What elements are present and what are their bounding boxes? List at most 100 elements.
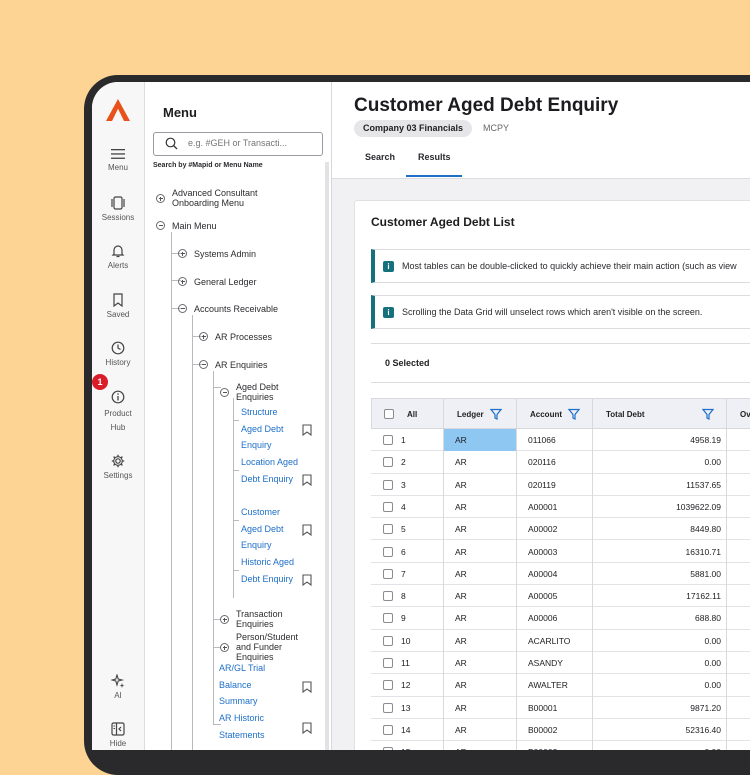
expand-icon[interactable] [220,643,229,652]
collapse-icon[interactable] [220,388,229,397]
menu-scrollbar-thumb[interactable] [325,162,329,750]
row-checkbox[interactable] [383,591,393,602]
collapse-icon[interactable] [156,221,165,230]
row-number-cell: 2 [401,457,406,468]
account-cell: A00002 [528,524,558,535]
tree-line [233,420,239,421]
menu-link-historic-aged-debt[interactable]: Historic Aged Debt Enquiry [241,554,299,587]
rail-ai[interactable]: AI [92,674,144,701]
col-header-account[interactable]: Account [530,410,562,419]
tree-node-main-menu[interactable]: Main Menu [172,221,217,231]
tree-node-ar-processes[interactable]: AR Processes [215,332,272,342]
tree-node-person-student-funder[interactable]: Person/Student and Funder Enquiries [236,632,308,662]
row-checkbox[interactable] [383,702,393,713]
menu-link-customer-aged-debt[interactable]: Customer Aged Debt Enquiry [241,504,299,554]
table-row[interactable]: 9 AR A00006 688.80 [371,607,750,630]
rail-ai-label: AI [114,691,122,700]
rail-alerts-label: Alerts [107,261,129,270]
filter-icon[interactable] [568,408,580,420]
bookmark-icon[interactable] [302,473,312,491]
bookmark-icon[interactable] [302,523,312,541]
rail-hide-label: Hide [109,739,127,748]
rail-product-hub[interactable]: Product Hub [92,390,144,435]
filter-icon[interactable] [702,408,714,420]
rail-menu[interactable]: Menu [92,148,144,173]
menu-search-input[interactable] [188,136,316,150]
col-header-total-debt[interactable]: Total Debt [606,410,645,419]
grid-col-divider [592,398,593,750]
info-icon: i [383,307,394,318]
expand-icon[interactable] [178,277,187,286]
table-row[interactable]: 7 AR A00004 5881.00 [371,563,750,586]
rail-history[interactable]: History [92,341,144,368]
col-header-ledger[interactable]: Ledger [457,410,484,419]
ledger-cell: AR [455,546,467,557]
tree-node-advanced-consultant[interactable]: Advanced Consultant Onboarding Menu [172,188,282,208]
total-debt-cell: 4958.19 [690,435,721,445]
bookmark-icon[interactable] [302,721,312,739]
row-checkbox[interactable] [383,435,393,445]
rail-settings[interactable]: Settings [92,454,144,481]
row-checkbox[interactable] [383,546,393,557]
bookmark-icon[interactable] [302,423,312,441]
rail-alerts[interactable]: Alerts [92,244,144,271]
tab-search[interactable]: Search [365,152,395,162]
table-row[interactable]: 8 AR A00005 17162.11 [371,585,750,608]
tab-results[interactable]: Results [418,152,451,162]
tree-node-ar-enquiries[interactable]: AR Enquiries [215,360,268,370]
row-checkbox[interactable] [383,613,393,624]
menu-link-ar-gl-trial-balance[interactable]: AR/GL Trial Balance Summary [219,660,291,710]
table-row[interactable]: 11 AR ASANDY 0.00 [371,652,750,675]
rail-saved[interactable]: Saved [92,293,144,320]
expand-icon[interactable] [156,194,165,203]
collapse-icon[interactable] [178,304,187,313]
ledger-cell: AR [455,524,467,535]
bookmark-icon[interactable] [302,680,312,698]
select-all-checkbox[interactable] [384,409,394,419]
tree-node-aged-debt-enquiries[interactable]: Aged Debt Enquiries [236,382,296,402]
rail-sessions[interactable]: Sessions [92,196,144,223]
table-row[interactable]: 2 AR 020116 0.00 [371,451,750,474]
row-checkbox[interactable] [383,479,393,490]
expand-icon[interactable] [199,332,208,341]
menu-link-structure-aged-debt[interactable]: Structure Aged Debt Enquiry [241,404,299,454]
table-row[interactable]: 12 AR AWALTER 0.00 [371,674,750,697]
row-checkbox[interactable] [383,457,393,468]
company-chip[interactable]: Company 03 Financials [354,120,473,137]
menu-link-ar-historic-statements[interactable]: AR Historic Statements [219,710,291,743]
collapse-icon[interactable] [199,360,208,369]
table-row[interactable]: 15ARB000030.00 [371,741,750,750]
expand-icon[interactable] [178,249,187,258]
table-row[interactable]: 10 AR ACARLITO 0.00 [371,630,750,652]
grid-header: All Ledger Account Total Debt Ov [371,398,750,429]
menu-link-location-aged-debt[interactable]: Location Aged Debt Enquiry [241,454,299,487]
table-row[interactable]: 5 AR A00002 8449.80 [371,518,750,541]
expand-icon[interactable] [220,615,229,624]
row-checkbox[interactable] [383,724,393,735]
menu-search-box[interactable] [153,132,323,156]
rail-hide[interactable]: Hide [92,722,144,749]
row-checkbox[interactable] [383,568,393,579]
table-row[interactable]: 4 AR A00001 1039622.09 [371,496,750,519]
filter-icon[interactable] [490,408,502,420]
tree-node-transaction-enquiries[interactable]: Transaction Enquiries [236,609,296,629]
menu-scrollbar[interactable] [325,162,330,750]
table-row[interactable]: 6 AR A00003 16310.71 [371,541,750,563]
row-checkbox[interactable] [383,524,393,535]
table-row[interactable]: 3 AR 020119 11537.65 [371,474,750,496]
bookmark-icon[interactable] [302,573,312,591]
row-checkbox[interactable] [383,501,393,512]
total-debt-cell: 11537.65 [686,479,721,490]
row-checkbox[interactable] [383,658,393,668]
tree-node-accounts-receivable[interactable]: Accounts Receivable [194,304,278,314]
col-header-overdue[interactable]: Ov [740,410,750,419]
row-checkbox[interactable] [383,680,393,691]
table-row[interactable]: 13 AR B00001 9871.20 [371,697,750,719]
table-row[interactable]: 14 AR B00002 52316.40 [371,719,750,742]
tree-node-general-ledger[interactable]: General Ledger [194,277,257,287]
row-number-cell: 4 [401,501,406,512]
row-checkbox[interactable] [383,635,393,646]
tree-line [233,570,239,571]
table-row[interactable]: 1 AR 011066 4958.19 [371,429,750,452]
tree-node-systems-admin[interactable]: Systems Admin [194,249,256,259]
